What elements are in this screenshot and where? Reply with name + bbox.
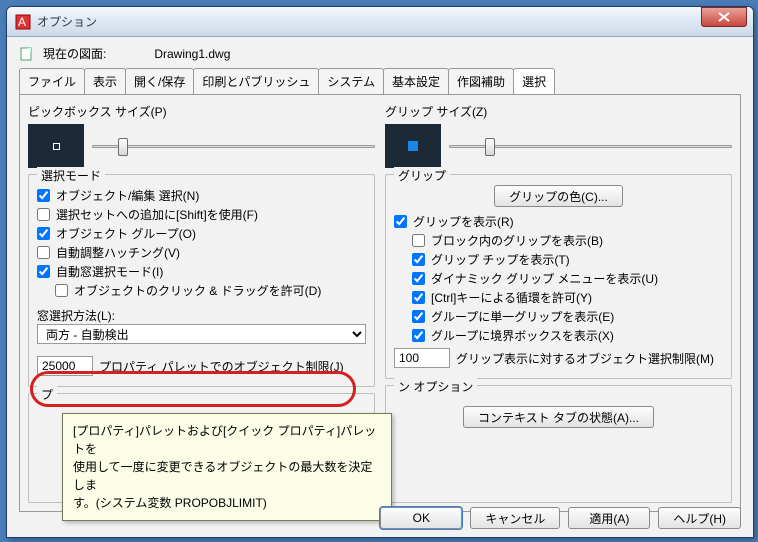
app-icon: A — [15, 14, 31, 30]
propobj-limit-label: プロパティ パレットでのオブジェクト制限(J) — [99, 358, 344, 375]
grip-group: グリップ グリップの色(C)... グリップを表示(R) ブロック内のグリップを… — [385, 174, 732, 379]
chk-assoc-hatch[interactable] — [37, 246, 50, 259]
lbl-group-single-grip: グループに単一グリップを表示(E) — [431, 308, 614, 325]
chk-shift-add[interactable] — [37, 208, 50, 221]
lbl-show-grips: グリップを表示(R) — [413, 213, 514, 230]
chk-noun-verb[interactable] — [37, 189, 50, 202]
pickbox-preview — [28, 124, 84, 168]
tooltip-line: 使用して一度に変更できるオブジェクトの最大数を決定しま — [73, 458, 381, 494]
lbl-obj-group: オブジェクト グループ(O) — [56, 225, 196, 242]
lbl-implied-window: 自動窓選択モード(I) — [56, 263, 163, 280]
context-tab-button[interactable]: コンテキスト タブの状態(A)... — [463, 406, 654, 428]
lbl-shift-add: 選択セットへの追加に[Shift]を使用(F) — [56, 206, 258, 223]
options-dialog: A オプション 現在の図面: Drawing1.dwg ファイル 表示 開く/保… — [6, 6, 754, 538]
selection-mode-group: 選択モード オブジェクト/編集 選択(N) 選択セットへの追加に[Shift]を… — [28, 174, 375, 387]
pickbox-slider[interactable] — [92, 135, 375, 157]
grip-color-button[interactable]: グリップの色(C)... — [494, 185, 623, 207]
window-title: オプション — [37, 13, 753, 30]
lbl-click-drag: オブジェクトのクリック & ドラッグを許可(D) — [74, 282, 321, 299]
tab-open-save[interactable]: 開く/保存 — [125, 68, 194, 94]
tab-file[interactable]: ファイル — [19, 68, 85, 94]
document-icon — [19, 46, 35, 62]
chk-ctrl-cycle[interactable] — [412, 291, 425, 304]
tab-pref[interactable]: 基本設定 — [383, 68, 449, 94]
selection-mode-legend: 選択モード — [37, 167, 105, 184]
lbl-noun-verb: オブジェクト/編集 選択(N) — [56, 187, 199, 204]
window-select-dropdown[interactable]: 両方 - 自動検出 — [37, 324, 366, 344]
lbl-group-bbox: グループに境界ボックスを表示(X) — [431, 327, 614, 344]
lbl-ctrl-cycle: [Ctrl]キーによる循環を許可(Y) — [431, 289, 592, 306]
dialog-buttons: OK キャンセル 適用(A) ヘルプ(H) — [380, 507, 741, 529]
chk-group-bbox[interactable] — [412, 329, 425, 342]
lbl-grips-in-block: ブロック内のグリップを表示(B) — [431, 232, 603, 249]
grip-preview — [385, 124, 441, 168]
chk-obj-group[interactable] — [37, 227, 50, 240]
chk-group-single-grip[interactable] — [412, 310, 425, 323]
apply-button[interactable]: 適用(A) — [568, 507, 650, 529]
gripobj-limit-label: グリップ表示に対するオブジェクト選択制限(M) — [456, 350, 714, 367]
tooltip-line: す。(システム変数 PROPOBJLIMIT) — [73, 494, 381, 512]
gripobj-limit-input[interactable] — [394, 348, 450, 368]
tooltip-line: [プロパティ]パレットおよび[クイック プロパティ]パレットを — [73, 422, 381, 458]
chk-grips-in-block[interactable] — [412, 234, 425, 247]
titlebar[interactable]: A オプション — [7, 7, 753, 37]
propobj-limit-input[interactable] — [37, 356, 93, 376]
help-button[interactable]: ヘルプ(H) — [658, 507, 741, 529]
close-button[interactable] — [701, 7, 747, 27]
lbl-assoc-hatch: 自動調整ハッチング(V) — [56, 244, 180, 261]
chk-grip-tips[interactable] — [412, 253, 425, 266]
ribbon-legend: ン オプション — [394, 378, 477, 395]
tab-print[interactable]: 印刷とパブリッシュ — [193, 68, 319, 94]
chk-implied-window[interactable] — [37, 265, 50, 278]
current-drawing-label: 現在の図面: — [43, 45, 106, 62]
lbl-grip-tips: グリップ チップを表示(T) — [431, 251, 570, 268]
drawing-name: Drawing1.dwg — [154, 47, 230, 61]
grip-legend: グリップ — [394, 167, 450, 184]
pickbox-size-label: ピックボックス サイズ(P) — [28, 103, 375, 120]
ribbon-group: ン オプション コンテキスト タブの状態(A)... — [385, 385, 732, 503]
right-column: グリップ サイズ(Z) グリップ グリップの色(C)... グリップを表示(R)… — [385, 103, 732, 503]
tabstrip: ファイル 表示 開く/保存 印刷とパブリッシュ システム 基本設定 作図補助 選… — [19, 68, 741, 94]
tab-selection[interactable]: 選択 — [513, 68, 555, 94]
cancel-button[interactable]: キャンセル — [470, 507, 560, 529]
svg-text:A: A — [18, 15, 26, 29]
preview-legend: プ — [37, 386, 57, 403]
tab-panel: ピックボックス サイズ(P) 選択モード オブジェクト/編集 選択(N) 選択セ… — [19, 94, 741, 512]
chk-dyn-grip-menu[interactable] — [412, 272, 425, 285]
tooltip: [プロパティ]パレットおよび[クイック プロパティ]パレットを 使用して一度に変… — [62, 413, 392, 521]
tab-display[interactable]: 表示 — [84, 68, 126, 94]
grip-size-label: グリップ サイズ(Z) — [385, 103, 732, 120]
tab-drafting[interactable]: 作図補助 — [448, 68, 514, 94]
grip-slider[interactable] — [449, 135, 732, 157]
chk-show-grips[interactable] — [394, 215, 407, 228]
lbl-dyn-grip-menu: ダイナミック グリップ メニューを表示(U) — [431, 270, 658, 287]
dialog-content: 現在の図面: Drawing1.dwg ファイル 表示 開く/保存 印刷とパブリ… — [7, 37, 753, 537]
tab-system[interactable]: システム — [318, 68, 384, 94]
ok-button[interactable]: OK — [380, 507, 462, 529]
window-select-label: 窓選択方法(L): — [37, 307, 366, 324]
chk-click-drag[interactable] — [55, 284, 68, 297]
